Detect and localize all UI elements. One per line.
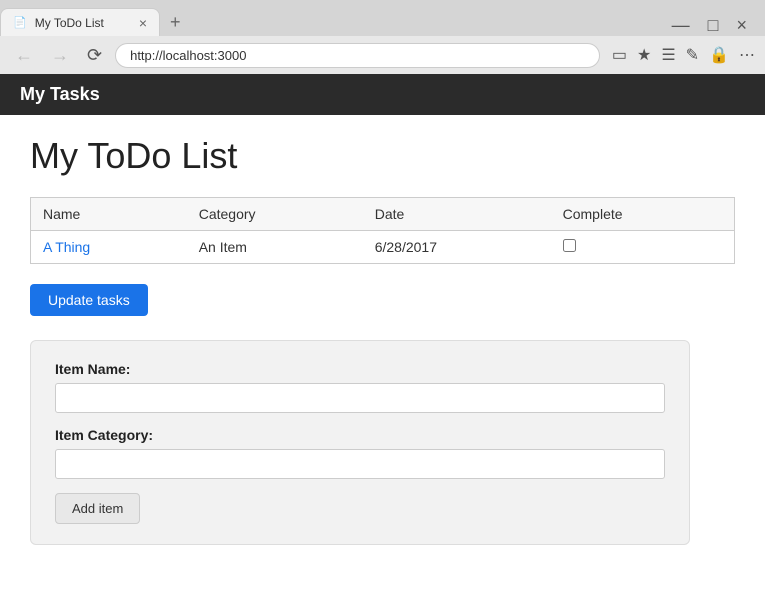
address-bar-row: ← → ⟳ ▭ ★ ☰ ✎ 🔒 ⋯ [0,36,765,74]
browser-chrome: 📄 My ToDo List × + — □ × ← → ⟳ ▭ ★ ☰ ✎ 🔒… [0,0,765,74]
col-date: Date [363,198,551,231]
cell-category: An Item [187,231,363,264]
tab-bar: 📄 My ToDo List × + — □ × [0,0,765,36]
complete-checkbox[interactable] [563,239,576,252]
item-category-label: Item Category: [55,427,665,443]
forward-button[interactable]: → [46,43,74,68]
add-item-button[interactable]: Add item [55,493,140,524]
window-controls: — □ × [666,15,765,36]
tab-close-button[interactable]: × [139,15,147,31]
profile-icon[interactable]: 🔒 [709,45,729,65]
tab-title: My ToDo List [35,16,131,30]
reload-button[interactable]: ⟳ [82,43,107,68]
toolbar-icons: ▭ ★ ☰ ✎ 🔒 ⋯ [612,45,755,65]
table-row: A Thing An Item 6/28/2017 [31,231,735,264]
item-category-input[interactable] [55,449,665,479]
new-tab-button[interactable]: + [160,8,191,36]
app-content: My ToDo List Name Category Date Complete… [0,115,765,565]
active-tab[interactable]: 📄 My ToDo List × [0,8,160,36]
menu-icon[interactable]: ☰ [661,45,675,65]
bookmark-icon[interactable]: ★ [637,45,651,65]
tab-favicon: 📄 [13,16,27,29]
item-name-label: Item Name: [55,361,665,377]
col-name: Name [31,198,187,231]
table-body: A Thing An Item 6/28/2017 [31,231,735,264]
cell-date: 6/28/2017 [363,231,551,264]
page-title: My ToDo List [30,135,735,177]
more-icon[interactable]: ⋯ [739,45,755,65]
minimize-button[interactable]: — [666,15,696,36]
add-item-form: Item Name: Item Category: Add item [30,340,690,545]
col-category: Category [187,198,363,231]
back-button[interactable]: ← [10,43,38,68]
todo-table: Name Category Date Complete A Thing An I… [30,197,735,264]
reader-view-icon[interactable]: ▭ [612,45,627,65]
update-tasks-button[interactable]: Update tasks [30,284,148,316]
annotate-icon[interactable]: ✎ [686,45,699,65]
table-header: Name Category Date Complete [31,198,735,231]
col-complete: Complete [551,198,735,231]
item-name-input[interactable] [55,383,665,413]
app-header-title: My Tasks [20,84,100,104]
maximize-button[interactable]: □ [702,15,725,36]
close-button[interactable]: × [730,15,753,36]
cell-complete[interactable] [551,231,735,264]
address-input[interactable] [115,43,600,68]
app-header: My Tasks [0,74,765,115]
cell-name: A Thing [31,231,187,264]
